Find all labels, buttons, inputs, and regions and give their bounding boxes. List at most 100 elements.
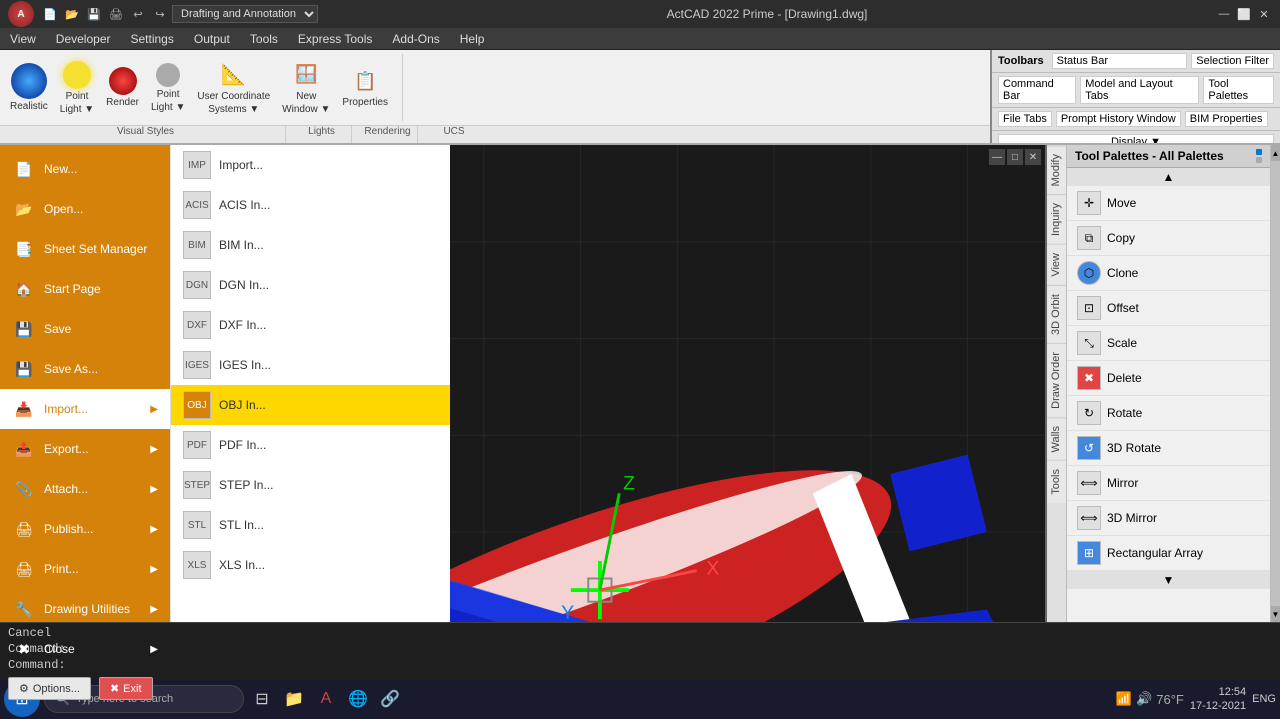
xls-in-item[interactable]: XLS XLS In... bbox=[171, 545, 450, 585]
command-bar[interactable]: Cancel Command: Command: bbox=[0, 622, 1280, 682]
tool-palettes-option[interactable]: Tool Palettes bbox=[1203, 76, 1274, 104]
bim-properties-option[interactable]: BIM Properties bbox=[1185, 111, 1268, 127]
command-bar-option[interactable]: Command Bar bbox=[998, 76, 1076, 104]
file-menu-bottom: ⚙ Options... ✖ Exit bbox=[0, 669, 170, 708]
palette-move[interactable]: ✛ Move bbox=[1067, 186, 1270, 221]
menu-addons[interactable]: Add-Ons bbox=[382, 28, 449, 49]
viewport-restore-btn[interactable]: □ bbox=[1007, 149, 1023, 165]
viewport-close-btn[interactable]: ✕ bbox=[1025, 149, 1041, 165]
render-btn[interactable]: Render bbox=[102, 65, 143, 110]
side-tab-draworder[interactable]: Draw Order bbox=[1047, 343, 1066, 417]
palette-scroll-up[interactable]: ▲ bbox=[1067, 168, 1270, 186]
undo-btn[interactable]: ↩ bbox=[128, 4, 148, 24]
time-display: 12:54 bbox=[1190, 685, 1246, 699]
point-light2-btn[interactable]: Point Light ▼ bbox=[147, 61, 189, 115]
network-btn[interactable]: 🔗 bbox=[376, 685, 404, 713]
palette-3d-mirror[interactable]: ⟺ 3D Mirror bbox=[1067, 501, 1270, 536]
iges-in-item[interactable]: IGES IGES In... bbox=[171, 345, 450, 385]
browser-btn[interactable]: 🌐 bbox=[344, 685, 372, 713]
menu-view[interactable]: View bbox=[0, 28, 46, 49]
import-menu-item[interactable]: 📥 Import... ▶ bbox=[0, 389, 170, 429]
speaker-icon[interactable]: 🔊 bbox=[1136, 691, 1152, 707]
point-light-btn[interactable]: Point Light ▼ bbox=[56, 59, 98, 117]
palette-rotate[interactable]: ↻ Rotate bbox=[1067, 396, 1270, 431]
status-bar-option[interactable]: Status Bar bbox=[1052, 53, 1188, 69]
wifi-icon[interactable]: 📶 bbox=[1116, 691, 1132, 707]
viewport-minimize-btn[interactable]: — bbox=[989, 149, 1005, 165]
tool-palettes-header: Tool Palettes - All Palettes bbox=[1067, 145, 1270, 168]
scroll-down-btn[interactable]: ▼ bbox=[1271, 606, 1280, 622]
dxf-in-item[interactable]: DXF DXF In... bbox=[171, 305, 450, 345]
palette-3d-rotate[interactable]: ↺ 3D Rotate bbox=[1067, 431, 1270, 466]
print-menu-item[interactable]: 🖨 Print... ▶ bbox=[0, 549, 170, 589]
acis-in-item[interactable]: ACIS ACIS In... bbox=[171, 185, 450, 225]
pdf-in-item[interactable]: PDF PDF In... bbox=[171, 425, 450, 465]
dgn-in-item[interactable]: DGN DGN In... bbox=[171, 265, 450, 305]
print-btn[interactable]: 🖨 bbox=[106, 4, 126, 24]
palette-scroll-down[interactable]: ▼ bbox=[1067, 571, 1270, 589]
save-btn[interactable]: 💾 bbox=[84, 4, 104, 24]
bim-in-item[interactable]: BIM BIM In... bbox=[171, 225, 450, 265]
ucs-btn[interactable]: 📐 User Coordinate Systems ▼ bbox=[193, 59, 274, 117]
menu-tools[interactable]: Tools bbox=[240, 28, 288, 49]
workspace-selector[interactable]: Drafting and Annotation bbox=[172, 5, 318, 23]
sheet-set-menu-item[interactable]: 📑 Sheet Set Manager bbox=[0, 229, 170, 269]
open-file-btn[interactable]: 📂 bbox=[62, 4, 82, 24]
save-as-menu-item[interactable]: 💾 Save As... bbox=[0, 349, 170, 389]
step-in-item[interactable]: STEP STEP In... bbox=[171, 465, 450, 505]
options-btn[interactable]: ⚙ Options... bbox=[8, 677, 91, 700]
palette-copy[interactable]: ⧉ Copy bbox=[1067, 221, 1270, 256]
properties-btn[interactable]: 📋 Properties bbox=[338, 65, 392, 110]
new-menu-item[interactable]: 📄 New... bbox=[0, 149, 170, 189]
realistic-btn[interactable]: Realistic bbox=[6, 61, 52, 114]
obj-in-item[interactable]: OBJ OBJ In... bbox=[171, 385, 450, 425]
taskview-btn[interactable]: ⊟ bbox=[248, 685, 276, 713]
scroll-up-btn[interactable]: ▲ bbox=[1271, 145, 1280, 161]
palette-scrollbar[interactable]: ▲ ▼ bbox=[1270, 145, 1280, 622]
side-tab-view[interactable]: View bbox=[1047, 244, 1066, 285]
display-option[interactable]: Display ▼ bbox=[998, 134, 1274, 143]
side-tab-modify[interactable]: Modify bbox=[1047, 145, 1066, 194]
open-menu-item[interactable]: 📂 Open... bbox=[0, 189, 170, 229]
menu-output[interactable]: Output bbox=[184, 28, 240, 49]
start-page-menu-item[interactable]: 🏠 Start Page bbox=[0, 269, 170, 309]
side-tab-tools[interactable]: Tools bbox=[1047, 460, 1066, 503]
attach-menu-item[interactable]: 📎 Attach... ▶ bbox=[0, 469, 170, 509]
redo-btn[interactable]: ↪ bbox=[150, 4, 170, 24]
side-tab-walls[interactable]: Walls bbox=[1047, 417, 1066, 460]
menu-help[interactable]: Help bbox=[450, 28, 495, 49]
model-layout-tabs-option[interactable]: Model and Layout Tabs bbox=[1080, 76, 1199, 104]
battery-icon[interactable]: 76°F bbox=[1156, 692, 1184, 707]
prompt-history-option[interactable]: Prompt History Window bbox=[1056, 111, 1181, 127]
close-btn[interactable]: ✕ bbox=[1256, 6, 1272, 22]
actcad-taskbar-btn[interactable]: A bbox=[312, 685, 340, 713]
side-tab-inquiry[interactable]: Inquiry bbox=[1047, 194, 1066, 244]
export-menu-item[interactable]: 📤 Export... ▶ bbox=[0, 429, 170, 469]
palette-mirror[interactable]: ⟺ Mirror bbox=[1067, 466, 1270, 501]
new-file-btn[interactable]: 📄 bbox=[40, 4, 60, 24]
close-menu-item[interactable]: ✖ Close ▶ bbox=[0, 629, 170, 669]
palette-clone[interactable]: ⬡ Clone bbox=[1067, 256, 1270, 291]
new-window-btn[interactable]: 🪟 New Window ▼ bbox=[278, 59, 334, 117]
file-tabs-option[interactable]: File Tabs bbox=[998, 111, 1052, 127]
scroll-track bbox=[1271, 161, 1280, 606]
palette-offset[interactable]: ⊡ Offset bbox=[1067, 291, 1270, 326]
stl-in-item[interactable]: STL STL In... bbox=[171, 505, 450, 545]
minimize-btn[interactable]: — bbox=[1216, 6, 1232, 22]
menu-settings[interactable]: Settings bbox=[121, 28, 184, 49]
restore-btn[interactable]: ⬜ bbox=[1236, 6, 1252, 22]
menu-developer[interactable]: Developer bbox=[46, 28, 121, 49]
side-tab-3dorbit[interactable]: 3D Orbit bbox=[1047, 285, 1066, 343]
taskbar-clock[interactable]: 12:54 17-12-2021 bbox=[1190, 685, 1246, 714]
selection-filter-option[interactable]: Selection Filter bbox=[1191, 53, 1274, 69]
palette-delete[interactable]: ✖ Delete bbox=[1067, 361, 1270, 396]
exit-btn[interactable]: ✖ Exit bbox=[99, 677, 153, 700]
save-menu-item[interactable]: 💾 Save bbox=[0, 309, 170, 349]
publish-menu-item[interactable]: 🖨 Publish... ▶ bbox=[0, 509, 170, 549]
menu-express-tools[interactable]: Express Tools bbox=[288, 28, 382, 49]
import-submenu-item[interactable]: IMP Import... bbox=[171, 145, 450, 185]
palette-rect-array[interactable]: ⊞ Rectangular Array bbox=[1067, 536, 1270, 571]
palette-scale[interactable]: ⤡ Scale bbox=[1067, 326, 1270, 361]
explorer-btn[interactable]: 📁 bbox=[280, 685, 308, 713]
drawing-utils-menu-item[interactable]: 🔧 Drawing Utilities ▶ bbox=[0, 589, 170, 629]
